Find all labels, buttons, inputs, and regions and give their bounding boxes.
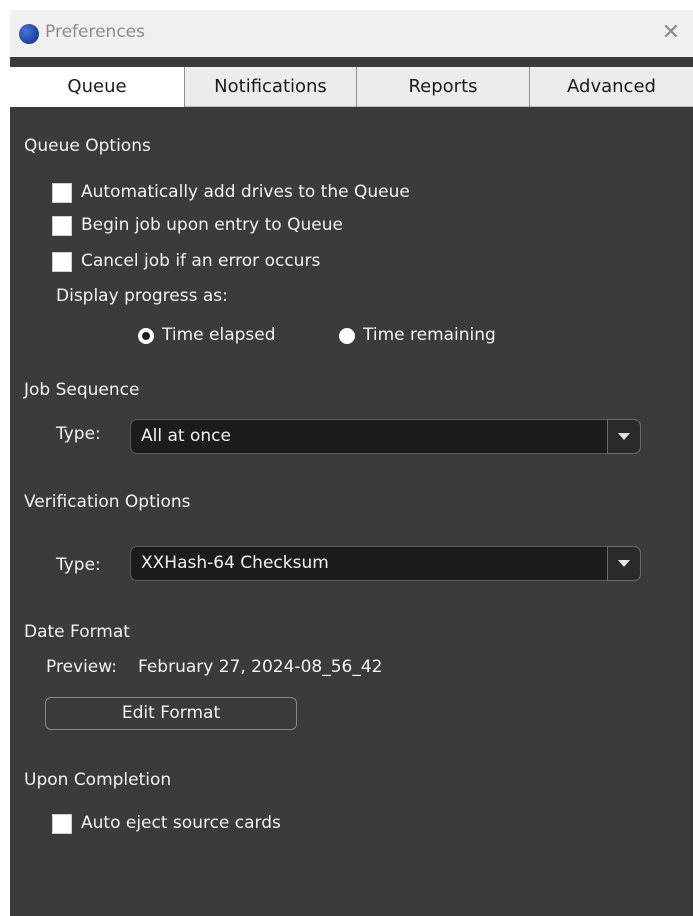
tab-reports[interactable]: Reports (357, 67, 530, 107)
close-icon[interactable]: ✕ (657, 19, 685, 47)
date-preview-label: Preview: (46, 657, 117, 677)
auto-add-drives-checkbox[interactable] (52, 183, 72, 203)
time-remaining-label[interactable]: Time remaining (363, 325, 496, 345)
chevron-down-icon (618, 560, 630, 567)
begin-job-checkbox[interactable] (52, 216, 72, 236)
tab-queue[interactable]: Queue (10, 67, 185, 107)
auto-add-drives-label[interactable]: Automatically add drives to the Queue (81, 182, 410, 202)
job-sequence-type-label: Type: (56, 424, 101, 444)
tab-bar: Queue Notifications Reports Advanced (10, 67, 693, 107)
preferences-window: Preferences ✕ Queue Notifications Report… (10, 10, 693, 916)
queue-tab-content: Queue Options Automatically add drives t… (10, 107, 693, 916)
job-sequence-title: Job Sequence (24, 380, 140, 400)
job-sequence-value[interactable]: All at once (141, 426, 231, 446)
verification-type-value[interactable]: XXHash-64 Checksum (141, 553, 329, 573)
radio-unselected-icon[interactable] (339, 328, 355, 344)
queue-options-title: Queue Options (24, 136, 151, 156)
auto-eject-checkbox[interactable] (52, 814, 72, 834)
edit-format-button[interactable]: Edit Format (45, 697, 297, 730)
app-logo-icon (19, 24, 39, 44)
date-preview-value: February 27, 2024-08_56_42 (138, 657, 383, 677)
tab-advanced[interactable]: Advanced (530, 67, 693, 107)
begin-job-label[interactable]: Begin job upon entry to Queue (81, 215, 343, 235)
verification-dropdown-button[interactable] (607, 546, 641, 581)
window-title: Preferences (45, 22, 145, 42)
date-format-title: Date Format (24, 622, 130, 642)
radio-selected-icon[interactable] (138, 328, 154, 344)
title-bar: Preferences ✕ (10, 10, 693, 57)
verification-type-dropdown[interactable]: XXHash-64 Checksum (130, 546, 641, 581)
verification-options-title: Verification Options (24, 492, 191, 512)
cancel-job-label[interactable]: Cancel job if an error occurs (81, 251, 320, 271)
job-sequence-dropdown-button[interactable] (607, 419, 641, 454)
verification-type-label: Type: (56, 555, 101, 575)
display-progress-label: Display progress as: (56, 286, 228, 306)
time-elapsed-label[interactable]: Time elapsed (162, 325, 276, 345)
chevron-down-icon (618, 433, 630, 440)
job-sequence-dropdown[interactable]: All at once (130, 419, 641, 454)
upon-completion-title: Upon Completion (24, 770, 172, 790)
cancel-job-checkbox[interactable] (52, 252, 72, 272)
auto-eject-label[interactable]: Auto eject source cards (81, 813, 281, 833)
tab-notifications[interactable]: Notifications (185, 67, 357, 107)
